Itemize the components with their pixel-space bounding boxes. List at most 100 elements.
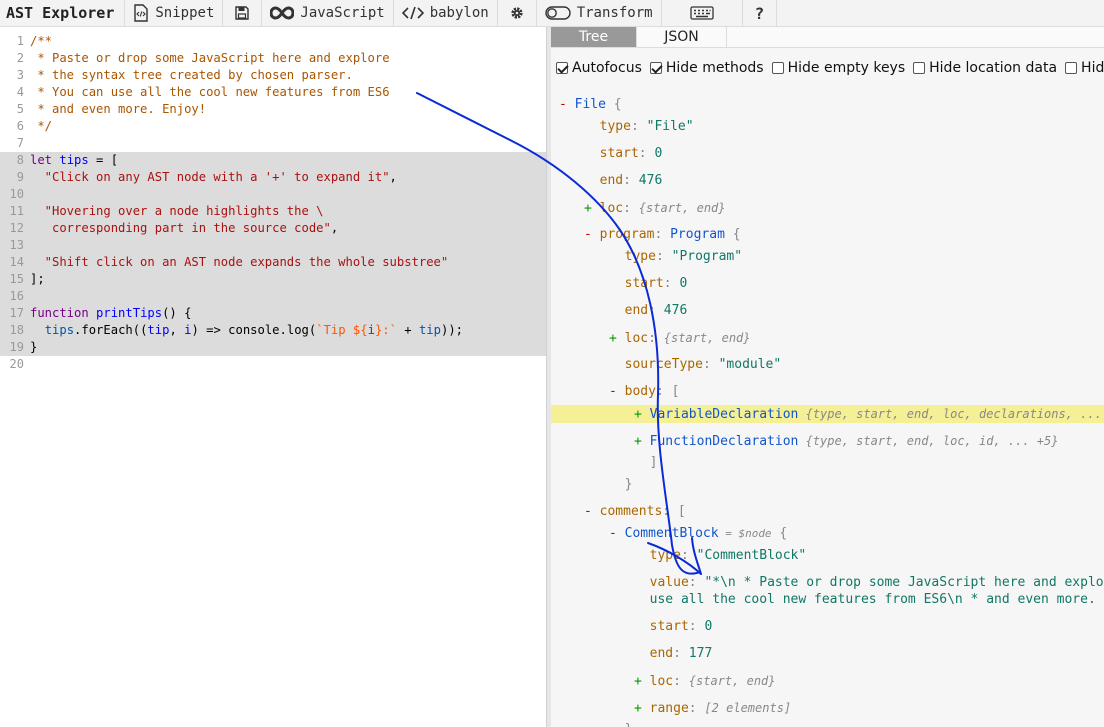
save-button[interactable] xyxy=(223,0,263,26)
code-line: 18 tips.forEach((tip, i) => console.log(… xyxy=(0,322,546,339)
code-brackets-icon xyxy=(401,6,424,20)
snippet-button[interactable]: Snippet xyxy=(125,0,224,26)
code-token: * and even more. Enjoy! xyxy=(30,102,207,116)
code-token: , xyxy=(330,221,339,235)
expand-toggle[interactable]: + xyxy=(634,407,642,422)
tree-node[interactable]: - comments: [ xyxy=(584,503,686,521)
code-text: tips.forEach((tip, i) => console.log(`Ti… xyxy=(30,322,544,339)
tree-node[interactable]: + loc: {start, end} xyxy=(584,199,726,217)
snippet-label: Snippet xyxy=(155,5,215,21)
code-text: "Hovering over a node highlights the \ xyxy=(30,203,544,220)
tree-node[interactable]: - File { xyxy=(559,96,622,114)
tree-node: } xyxy=(609,721,633,727)
line-number: 6 xyxy=(16,119,24,133)
language-select[interactable]: JavaScript xyxy=(262,0,394,26)
tree-node[interactable]: - CommentBlock = $node { xyxy=(609,525,787,543)
code-line: 8 let tips = [ xyxy=(0,152,546,169)
code-token: tip xyxy=(418,323,441,337)
snippet-file-icon xyxy=(133,4,149,22)
parser-settings-button[interactable] xyxy=(498,0,537,26)
tree-nval-text: 0 xyxy=(704,619,713,634)
code-token: ]; xyxy=(30,272,45,286)
code-text: let tips = [ xyxy=(30,152,544,169)
tree-sval-text: "module" xyxy=(718,357,782,372)
code-line: 13 xyxy=(0,237,546,254)
tree-tname-text: File xyxy=(574,97,606,112)
code-line: 10 xyxy=(0,186,546,203)
line-number: 7 xyxy=(16,136,24,150)
code-text: * You can use all the cool new features … xyxy=(30,84,389,101)
code-token: ) => console.log( xyxy=(191,323,317,337)
expand-toggle[interactable]: + xyxy=(584,201,592,216)
code-token: * the syntax tree created by chosen pars… xyxy=(30,68,353,82)
code-token: */ xyxy=(30,119,53,133)
code-token: `Tip ${ xyxy=(316,323,368,337)
tree-sval-text: "Program" xyxy=(671,249,743,264)
tree-node: } xyxy=(609,476,633,494)
tree-tname-text: Program xyxy=(670,227,725,242)
tree-node: ] xyxy=(634,454,658,472)
tree-node[interactable]: + loc: {start, end} xyxy=(634,672,776,690)
transform-label: Transform xyxy=(576,5,653,21)
expand-toggle[interactable]: + xyxy=(634,701,642,716)
collapse-toggle[interactable]: - xyxy=(609,526,617,541)
code-editor[interactable]: 1 /** 2 * Paste or drop some JavaScript he… xyxy=(0,27,546,727)
code-token: )); xyxy=(440,323,463,337)
code-token: .forEach(( xyxy=(74,323,148,337)
tree-node: start: 0 xyxy=(634,618,713,636)
tree-node[interactable]: + FunctionDeclaration {type, start, end,… xyxy=(634,432,1058,450)
tree-sum-text: {type, start, end, loc, id, ... +5} xyxy=(798,434,1059,448)
tree-node-highlighted[interactable]: + VariableDeclaration {type, start, end,… xyxy=(551,405,1104,423)
tree-key-text: type xyxy=(624,249,656,264)
tree-node-content: + VariableDeclaration {type, start, end,… xyxy=(634,405,1104,424)
code-token: let xyxy=(30,153,53,167)
line-number: 16 xyxy=(9,289,24,303)
code-line: 4 * You can use all the cool new feature… xyxy=(0,84,546,101)
line-number: 4 xyxy=(16,85,24,99)
code-line: 12 corresponding part in the source code… xyxy=(0,220,546,237)
tree-key-text: loc xyxy=(599,201,624,216)
help-button[interactable]: ? xyxy=(743,0,778,26)
code-token: tips xyxy=(44,323,75,337)
line-number: 13 xyxy=(9,238,24,252)
collapse-toggle[interactable]: - xyxy=(584,504,592,519)
tree-key-text: loc xyxy=(624,331,649,346)
code-token: "Click on any AST node with a '+' to exp… xyxy=(30,170,390,184)
parser-select[interactable]: babylon xyxy=(394,0,498,26)
tree-nval-text: 177 xyxy=(688,646,713,661)
code-token: corresponding part in the source code" xyxy=(30,221,331,235)
tree-node: value: "*\n * Paste or drop some JavaScr… xyxy=(634,574,1104,592)
tree-node[interactable]: - program: Program { xyxy=(584,226,741,244)
expand-toggle[interactable]: + xyxy=(634,674,642,689)
ast-output-panel: Tree JSON Autofocus Hide methods Hide empty… xyxy=(551,27,1104,727)
collapse-toggle[interactable]: - xyxy=(584,227,592,242)
line-number: 2 xyxy=(16,51,24,65)
line-number: 20 xyxy=(9,357,24,371)
tree-key-text: value xyxy=(649,575,689,590)
code-token: , xyxy=(169,323,185,337)
tree-nval-text: 0 xyxy=(654,146,663,161)
tree-brace-text: : xyxy=(648,331,664,346)
code-text: function printTips() { xyxy=(30,305,544,322)
expand-toggle[interactable]: + xyxy=(634,434,642,449)
tree-key-text: body xyxy=(624,384,656,399)
code-line: 5 * and even more. Enjoy! xyxy=(0,101,546,118)
transform-toggle[interactable]: Transform xyxy=(537,0,662,26)
collapse-toggle[interactable]: - xyxy=(609,384,617,399)
tree-node: type: "Program" xyxy=(609,248,742,266)
tree-node: type: "File" xyxy=(584,118,694,136)
keyboard-shortcuts-button[interactable] xyxy=(662,0,743,26)
tree-sum-text: {start, end} xyxy=(638,201,726,215)
code-line: 2 * Paste or drop some JavaScript here a… xyxy=(0,50,546,67)
expand-toggle[interactable]: + xyxy=(609,331,617,346)
tree-node[interactable]: + loc: {start, end} xyxy=(609,329,751,347)
tree-key-text: end xyxy=(649,646,674,661)
tree-node[interactable]: + range: [2 elements] xyxy=(634,699,791,717)
tree-node[interactable]: - body: [ xyxy=(609,383,679,401)
tree-key-text: start xyxy=(624,276,664,291)
collapse-toggle[interactable]: - xyxy=(559,97,567,112)
tree-brace-text: : xyxy=(648,303,664,318)
code-text: "Shift click on an AST node expands the … xyxy=(30,254,544,271)
code-token: function xyxy=(30,306,89,320)
code-line: 14 "Shift click on an AST node expands t… xyxy=(0,254,546,271)
